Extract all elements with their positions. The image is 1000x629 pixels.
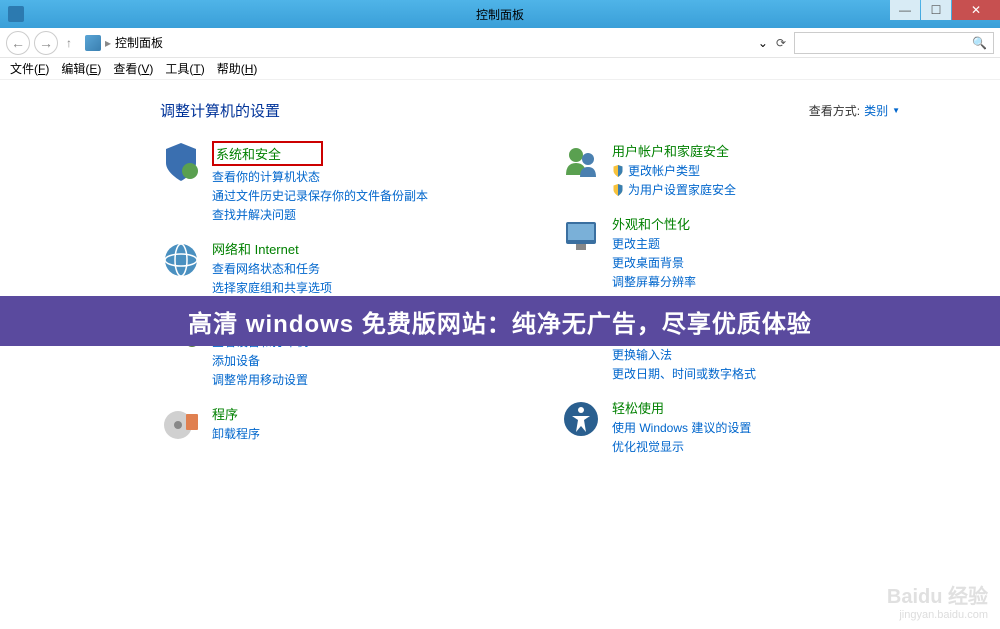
programs-icon[interactable] (160, 404, 202, 446)
category-link[interactable]: 使用 Windows 建议的设置 (612, 419, 751, 436)
category-body: 系统和安全查看你的计算机状态通过文件历史记录保存你的文件备份副本查找并解决问题 (212, 141, 428, 223)
user-accounts-icon[interactable] (560, 141, 602, 183)
category-link[interactable]: 查看你的计算机状态 (212, 168, 428, 185)
category-link[interactable]: 查看网络状态和任务 (212, 260, 332, 277)
category-body: 用户帐户和家庭安全更改帐户类型为用户设置家庭安全 (612, 141, 736, 198)
category-title-network-internet[interactable]: 网络和 Internet (212, 239, 332, 258)
address-dropdown-icon[interactable]: ⌄ (758, 36, 768, 50)
window-title: 控制面板 (476, 6, 524, 23)
view-by-value[interactable]: 类别 (864, 102, 888, 119)
watermark-logo: Baidu 经验 (887, 580, 988, 609)
search-input[interactable] (801, 36, 972, 50)
category-link[interactable]: 调整屏幕分辨率 (612, 273, 696, 290)
link-text: 更改日期、时间或数字格式 (612, 365, 756, 382)
window-controls: — ☐ ✕ (889, 0, 1000, 20)
refresh-button[interactable]: ⟳ (776, 36, 786, 50)
link-text: 优化视觉显示 (612, 438, 684, 455)
category-title-programs[interactable]: 程序 (212, 404, 260, 423)
category-link[interactable]: 优化视觉显示 (612, 438, 751, 455)
content-area: 调整计算机的设置 查看方式: 类别 ▼ 系统和安全查看你的计算机状态通过文件历史… (0, 80, 1000, 629)
category-title-appearance[interactable]: 外观和个性化 (612, 214, 696, 233)
ease-of-access-icon[interactable] (560, 398, 602, 440)
forward-button[interactable]: → (34, 31, 58, 55)
minimize-button[interactable]: — (890, 0, 920, 20)
link-text: 查看你的计算机状态 (212, 168, 320, 185)
view-by-control[interactable]: 查看方式: 类别 ▼ (809, 102, 900, 119)
shield-icon (612, 183, 624, 197)
menu-item-f[interactable]: 文件(F) (4, 58, 55, 79)
navigation-bar: ← → ↑ ▸ 控制面板 ⌄ ⟳ 🔍 (0, 28, 1000, 58)
category-link[interactable]: 更换输入法 (612, 346, 756, 363)
up-button[interactable]: ↑ (62, 36, 76, 50)
view-by-label: 查看方式: (809, 102, 860, 119)
category-body: 网络和 Internet 查看网络状态和任务选择家庭组和共享选项 (212, 239, 332, 296)
back-button[interactable]: ← (6, 31, 30, 55)
menu-bar: 文件(F)编辑(E)查看(V)工具(T)帮助(H) (0, 58, 1000, 80)
category-link[interactable]: 选择家庭组和共享选项 (212, 279, 332, 296)
category-link[interactable]: 调整常用移动设置 (212, 371, 308, 388)
category-link[interactable]: 添加设备 (212, 352, 308, 369)
category-link[interactable]: 卸载程序 (212, 425, 260, 442)
menu-item-h[interactable]: 帮助(H) (211, 58, 264, 79)
link-text: 为用户设置家庭安全 (628, 181, 736, 198)
category-appearance: 外观和个性化更改主题更改桌面背景调整屏幕分辨率 (560, 214, 900, 290)
breadcrumb-separator-icon: ▸ (105, 36, 111, 50)
link-text: 查看网络状态和任务 (212, 260, 320, 277)
link-text: 更改桌面背景 (612, 254, 684, 271)
menu-item-t[interactable]: 工具(T) (159, 58, 210, 79)
search-icon[interactable]: 🔍 (972, 36, 987, 50)
category-link[interactable]: 更改帐户类型 (612, 162, 736, 179)
category-system-security: 系统和安全查看你的计算机状态通过文件历史记录保存你的文件备份副本查找并解决问题 (160, 141, 500, 223)
category-body: 外观和个性化更改主题更改桌面背景调整屏幕分辨率 (612, 214, 696, 290)
link-text: 卸载程序 (212, 425, 260, 442)
shield-icon (612, 164, 624, 178)
category-title-ease-of-access[interactable]: 轻松使用 (612, 398, 751, 417)
menu-item-v[interactable]: 查看(V) (107, 58, 159, 79)
breadcrumb-item[interactable]: 控制面板 (115, 34, 163, 51)
link-text: 更改主题 (612, 235, 660, 252)
banner-text: 高清 windows 免费版网站：纯净无广告，尽享优质体验 (188, 304, 812, 339)
category-body: 轻松使用使用 Windows 建议的设置优化视觉显示 (612, 398, 751, 455)
category-link[interactable]: 为用户设置家庭安全 (612, 181, 736, 198)
search-box[interactable]: 🔍 (794, 32, 994, 54)
maximize-button[interactable]: ☐ (921, 0, 951, 20)
chevron-down-icon: ▼ (892, 106, 900, 115)
address-bar[interactable]: ▸ 控制面板 (80, 31, 754, 54)
link-text: 调整常用移动设置 (212, 371, 308, 388)
category-title-system-security[interactable]: 系统和安全 (212, 141, 323, 166)
app-icon (8, 6, 24, 22)
category-body: 程序卸载程序 (212, 404, 260, 446)
link-text: 通过文件历史记录保存你的文件备份副本 (212, 187, 428, 204)
link-text: 使用 Windows 建议的设置 (612, 419, 751, 436)
category-network-internet: 网络和 Internet 查看网络状态和任务选择家庭组和共享选项 (160, 239, 500, 296)
category-title-user-accounts[interactable]: 用户帐户和家庭安全 (612, 141, 736, 160)
link-text: 更换输入法 (612, 346, 672, 363)
category-user-accounts: 用户帐户和家庭安全更改帐户类型为用户设置家庭安全 (560, 141, 900, 198)
menu-item-e[interactable]: 编辑(E) (55, 58, 107, 79)
overlay-banner: 高清 windows 免费版网站：纯净无广告，尽享优质体验 (0, 296, 1000, 346)
category-link[interactable]: 查找并解决问题 (212, 206, 428, 223)
category-ease-of-access: 轻松使用使用 Windows 建议的设置优化视觉显示 (560, 398, 900, 455)
close-button[interactable]: ✕ (952, 0, 1000, 20)
category-link[interactable]: 更改桌面背景 (612, 254, 696, 271)
link-text: 添加设备 (212, 352, 260, 369)
category-link[interactable]: 更改日期、时间或数字格式 (612, 365, 756, 382)
window-titlebar: 控制面板 — ☐ ✕ (0, 0, 1000, 28)
system-security-icon[interactable] (160, 141, 202, 183)
link-text: 选择家庭组和共享选项 (212, 279, 332, 296)
category-link[interactable]: 更改主题 (612, 235, 696, 252)
watermark-url: jingyan.baidu.com (887, 609, 988, 621)
appearance-icon[interactable] (560, 214, 602, 256)
link-text: 调整屏幕分辨率 (612, 273, 696, 290)
content-header: 调整计算机的设置 查看方式: 类别 ▼ (160, 100, 1000, 121)
link-text: 更改帐户类型 (628, 162, 700, 179)
control-panel-icon (85, 35, 101, 51)
page-title: 调整计算机的设置 (160, 100, 280, 121)
category-link[interactable]: 通过文件历史记录保存你的文件备份副本 (212, 187, 428, 204)
link-text: 查找并解决问题 (212, 206, 296, 223)
category-programs: 程序卸载程序 (160, 404, 500, 446)
network-internet-icon[interactable] (160, 239, 202, 281)
watermark: Baidu 经验 jingyan.baidu.com (887, 580, 988, 621)
